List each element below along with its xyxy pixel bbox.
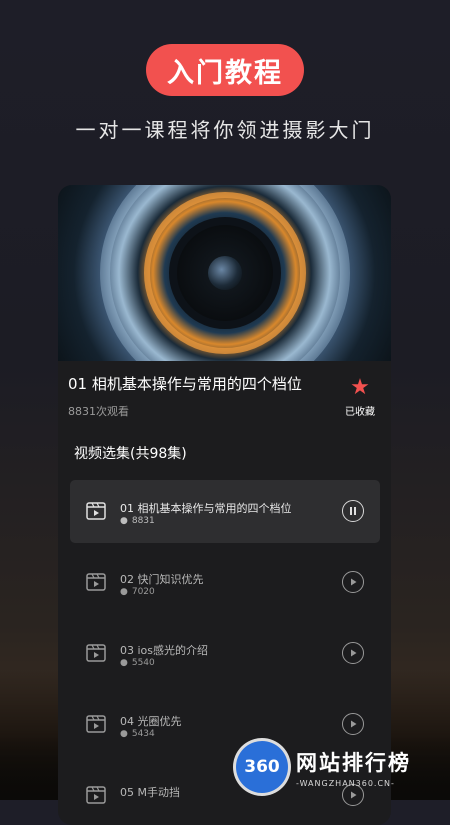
view-count: 8831次观看 — [68, 405, 129, 418]
video-header: 01 相机基本操作与常用的四个档位 8831次观看 ★ 已收藏 — [58, 361, 391, 431]
video-icon — [86, 502, 106, 520]
hero-subtitle: 一对一课程将你领进摄影大门 — [75, 118, 375, 142]
video-icon — [86, 715, 106, 733]
play-button[interactable] — [342, 713, 364, 735]
video-title: 01 相机基本操作与常用的四个档位 — [68, 375, 302, 393]
site-watermark: 360 网站排行榜 -WANGZHAN360.CN- — [236, 738, 446, 796]
episode-title: 01 相机基本操作与常用的四个档位 — [120, 502, 292, 515]
episode-view-count: 5540 — [131, 658, 155, 668]
episode-title: 02 快门知识优先 — [120, 573, 204, 586]
play-icon — [351, 649, 357, 657]
play-icon — [351, 578, 357, 586]
play-button[interactable] — [342, 642, 364, 664]
play-button[interactable] — [342, 571, 364, 593]
episode-meta: ● 5540 — [120, 658, 155, 668]
user-icon: ● — [120, 587, 128, 597]
watermark-text: 网站排行榜 -WANGZHAN360.CN- — [296, 747, 411, 788]
episode-view-count: 7020 — [131, 587, 155, 597]
episode-meta: ● 7020 — [120, 587, 155, 597]
episode-view-count: 5434 — [131, 729, 155, 739]
user-icon: ● — [120, 729, 128, 739]
tutorial-badge: 入门教程 — [146, 44, 304, 96]
pause-icon — [350, 507, 356, 515]
episode-title: 05 M手动挡 — [120, 786, 180, 799]
watermark-logo: 360 — [236, 741, 288, 793]
episode-view-count: 8831 — [131, 516, 155, 526]
star-icon: ★ — [350, 375, 370, 400]
episode-item[interactable]: 03 ios感光的介绍 ● 5540 — [70, 622, 380, 685]
favorite-label: 已收藏 — [345, 407, 375, 418]
episode-meta: ● 8831 — [120, 516, 155, 526]
episode-title: 03 ios感光的介绍 — [120, 644, 209, 657]
video-icon — [86, 644, 106, 662]
episode-section-title: 视频选集(共98集) — [74, 446, 187, 462]
play-icon — [351, 720, 357, 728]
lens-center — [207, 256, 242, 290]
video-icon — [86, 573, 106, 591]
watermark-subtitle: -WANGZHAN360.CN- — [296, 778, 395, 788]
user-icon: ● — [120, 516, 128, 526]
user-icon: ● — [120, 658, 128, 668]
episode-item[interactable]: 02 快门知识优先 ● 7020 — [70, 551, 380, 614]
video-cover-image[interactable] — [58, 185, 391, 361]
video-card: 01 相机基本操作与常用的四个档位 8831次观看 ★ 已收藏 视频选集(共98… — [58, 185, 391, 825]
episode-title: 04 光圈优先 — [120, 715, 182, 728]
video-icon — [86, 786, 106, 804]
episode-item[interactable]: 01 相机基本操作与常用的四个档位 ● 8831 — [70, 480, 380, 543]
watermark-title: 网站排行榜 — [296, 750, 411, 775]
episode-meta: ● 5434 — [120, 729, 155, 739]
favorite-button[interactable]: ★ 已收藏 — [340, 375, 380, 419]
pause-button[interactable] — [342, 500, 364, 522]
